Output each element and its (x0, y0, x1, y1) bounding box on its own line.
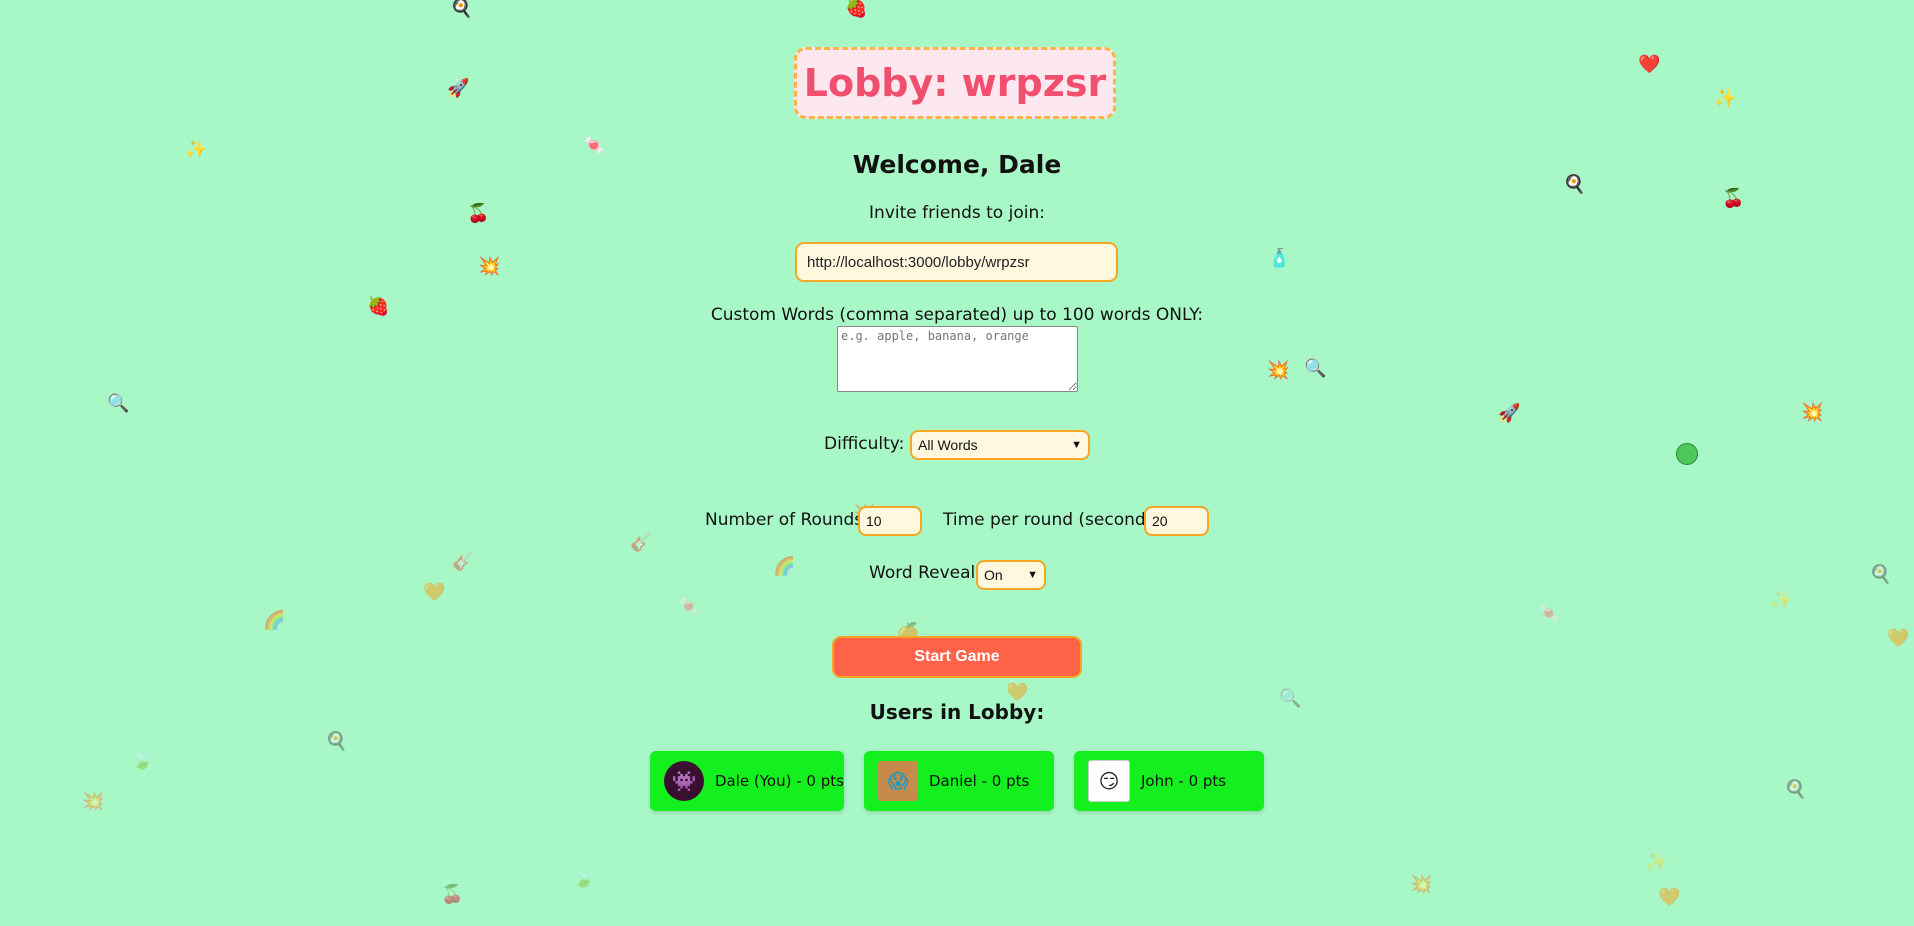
difficulty-selected-value: All Words (918, 437, 978, 453)
sparkle-doodle-icon: ✨ (1770, 590, 1793, 611)
word-reveal-select[interactable]: On ▼ (976, 560, 1046, 590)
user-card: 😏 John - 0 pts (1074, 751, 1264, 811)
rocket-doodle-icon: 🚀 (1498, 403, 1521, 424)
magnifier-doodle-icon: 🔍 (1304, 358, 1327, 379)
users-in-lobby-heading: Users in Lobby: (869, 700, 1045, 724)
lobby-title-box: Lobby: wrpzsr (794, 47, 1116, 119)
custom-words-textarea[interactable] (837, 326, 1078, 392)
candy-doodle-icon: 🍬 (1538, 603, 1561, 624)
heart-doodle-icon: 🧡 (1658, 887, 1681, 908)
candy-doodle-icon: 🍬 (678, 596, 701, 617)
difficulty-select[interactable]: All Words ▼ (910, 430, 1090, 460)
guitar-doodle-icon: 🎸 (630, 532, 653, 553)
time-per-round-value: 20 (1152, 513, 1168, 529)
guitar-doodle-icon: 🎸 (452, 551, 475, 572)
egg-doodle-icon: 🍳 (325, 731, 348, 752)
invite-label: Invite friends to join: (869, 203, 1045, 223)
lobby-title: Lobby: wrpzsr (803, 61, 1107, 105)
rainbow-doodle-icon: 🌈 (773, 556, 796, 577)
screaming-box-avatar-icon: 😱 (878, 761, 918, 801)
star-doodle-icon: 💥 (1801, 402, 1824, 423)
star-doodle-icon: 💥 (82, 791, 105, 812)
leaf-doodle-icon: 🍃 (131, 750, 154, 771)
sparkle-doodle-icon: ✨ (1645, 852, 1668, 873)
star-doodle-icon: 💥 (1410, 874, 1433, 895)
heart-doodle-icon: 🧡 (423, 582, 446, 603)
rainbow-doodle-icon: 🌈 (263, 610, 286, 631)
egg-doodle-icon: 🍳 (1784, 779, 1807, 800)
custom-words-label: Custom Words (comma separated) up to 100… (710, 305, 1204, 325)
egg-doodle-icon: 🍳 (450, 0, 473, 19)
lobby-page: 🍳 🍓 🚀 ✨ 🍬 🍒 💥 🍓 🔍 🧴 💥 🔍 ❤️ ✨ 🍳 🍒 🚀 💥 🎸 🎸… (0, 0, 1914, 926)
time-per-round-input[interactable]: 20 (1144, 506, 1209, 536)
leaf-doodle-icon: 🍃 (572, 868, 595, 889)
sparkle-doodle-icon: ✨ (1714, 88, 1737, 109)
user-label: Daniel - 0 pts (929, 772, 1030, 790)
word-reveal-selected-value: On (984, 567, 1003, 583)
cherry-doodle-icon: 🍒 (441, 884, 464, 905)
star-doodle-icon: 💥 (1267, 360, 1290, 381)
user-label: John - 0 pts (1141, 772, 1227, 790)
chevron-down-icon: ▼ (1027, 569, 1038, 581)
time-per-round-label: Time per round (seconds): (943, 510, 1167, 530)
egg-doodle-icon: 🍳 (1869, 564, 1892, 585)
rounds-value: 10 (866, 513, 882, 529)
invite-url-input[interactable] (795, 242, 1118, 282)
user-card: 👾 Dale (You) - 0 pts (650, 751, 844, 811)
heart-doodle-icon: ❤️ (1638, 54, 1661, 75)
star-doodle-icon: 💥 (478, 256, 501, 277)
sketch-face-avatar-icon: 😏 (1088, 760, 1130, 802)
strawberry-doodle-icon: 🍓 (845, 0, 868, 19)
magnifier-doodle-icon: 🔍 (107, 393, 130, 414)
chevron-down-icon: ▼ (1071, 439, 1082, 451)
rounds-label: Number of Rounds: (705, 510, 869, 530)
word-reveal-label: Word Reveal: (869, 563, 981, 583)
user-label: Dale (You) - 0 pts (715, 772, 844, 790)
rounds-input[interactable]: 10 (858, 506, 922, 536)
bottle-doodle-icon: 🧴 (1268, 248, 1291, 269)
green-ball-doodle-icon (1676, 443, 1698, 465)
start-game-button[interactable]: Start Game (832, 636, 1082, 678)
purple-monster-avatar-icon: 👾 (664, 761, 704, 801)
user-card: 😱 Daniel - 0 pts (864, 751, 1054, 811)
welcome-heading: Welcome, Dale (852, 150, 1062, 179)
difficulty-label: Difficulty: (824, 434, 905, 454)
rocket-doodle-icon: 🚀 (447, 78, 470, 99)
heart-doodle-icon: 🧡 (1887, 628, 1910, 649)
